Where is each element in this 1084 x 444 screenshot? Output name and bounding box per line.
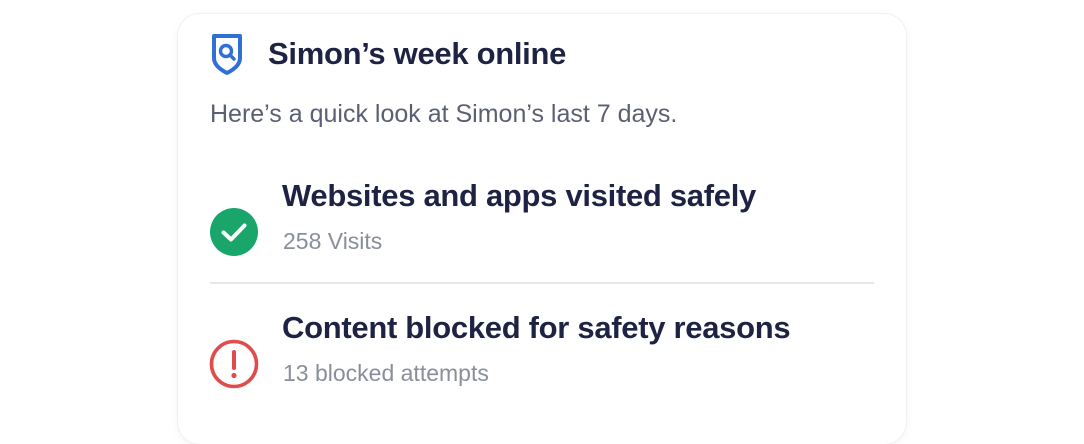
- stat-detail: 258 Visits: [283, 228, 383, 254]
- stat-title: Content blocked for safety reasons: [282, 310, 791, 345]
- divider: [210, 282, 874, 284]
- shield-search-icon: [212, 34, 242, 75]
- stat-safe-visits: Websites and apps visited safely 258 Vis…: [208, 178, 878, 268]
- stat-detail: 13 blocked attempts: [283, 360, 489, 386]
- card-title: Simon’s week online: [268, 36, 567, 71]
- card-header: Simon’s week online: [210, 32, 566, 76]
- alert-circle-icon: [209, 339, 259, 389]
- stat-blocked-content: Content blocked for safety reasons 13 bl…: [208, 310, 878, 400]
- check-circle-icon: [210, 208, 258, 256]
- card-subtitle: Here’s a quick look at Simon’s last 7 da…: [210, 100, 678, 128]
- stat-title: Websites and apps visited safely: [282, 178, 756, 213]
- weekly-summary-card: Simon’s week online Here’s a quick look …: [178, 14, 906, 444]
